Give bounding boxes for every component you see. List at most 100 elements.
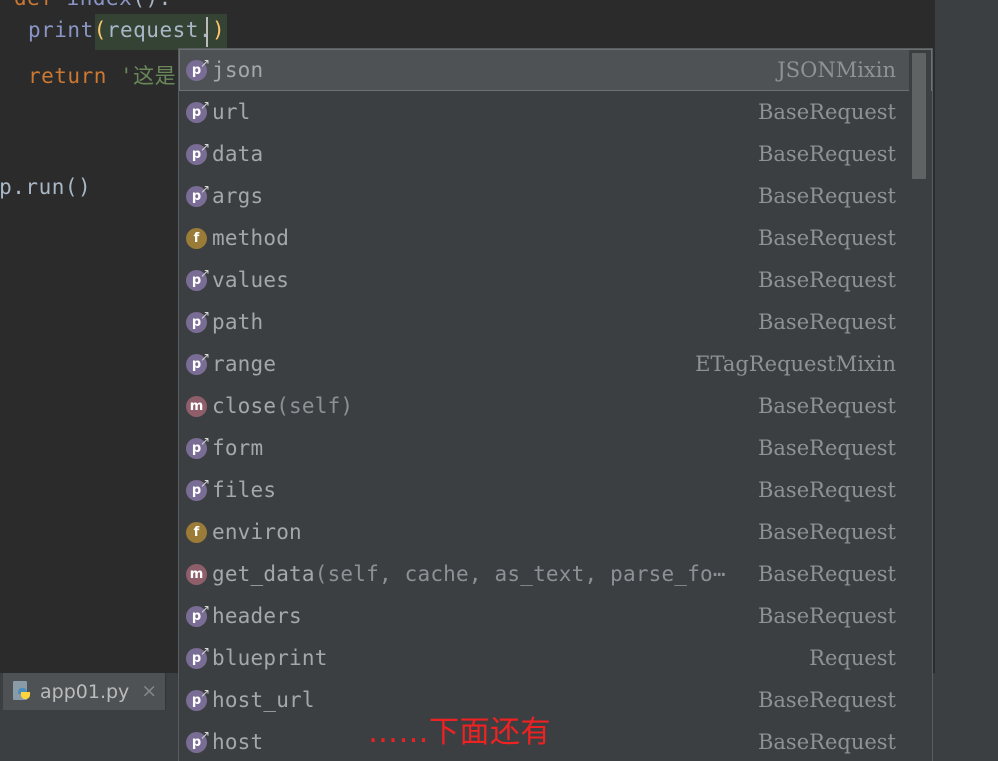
autocomplete-item[interactable]: p ↗ json JSONMixin: [179, 49, 932, 91]
autocomplete-list[interactable]: p ↗ json JSONMixin p ↗ url BaseRequest p ↗ data Bas…: [179, 49, 932, 761]
autocomplete-item-name: headers: [212, 604, 302, 628]
autocomplete-item-class: BaseRequest: [757, 394, 896, 418]
autocomplete-item-name: method: [212, 226, 290, 250]
arrow-icon: ↗: [199, 55, 210, 70]
autocomplete-popup[interactable]: p ↗ json JSONMixin p ↗ url BaseRequest p ↗ data Bas…: [178, 48, 933, 761]
arrow-icon: ↗: [199, 727, 210, 742]
autocomplete-item[interactable]: f environ BaseRequest: [179, 511, 932, 553]
tab-label: app01.py: [40, 680, 130, 703]
autocomplete-item-name: blueprint: [212, 646, 328, 670]
autocomplete-item[interactable]: p ↗ form BaseRequest: [179, 427, 932, 469]
property-icon: p ↗: [186, 727, 210, 753]
autocomplete-scrollbar-thumb[interactable]: [912, 53, 926, 179]
arrow-icon: ↗: [199, 97, 210, 112]
autocomplete-item-name: range: [212, 352, 277, 376]
autocomplete-item-class: BaseRequest: [757, 730, 896, 754]
code-line-app-run[interactable]: pp.run(): [0, 175, 91, 199]
autocomplete-item[interactable]: p ↗ blueprint Request: [179, 637, 932, 679]
autocomplete-item-class: BaseRequest: [757, 562, 896, 586]
autocomplete-item[interactable]: p ↗ values BaseRequest: [179, 259, 932, 301]
autocomplete-item-name: host: [212, 730, 264, 754]
autocomplete-item-name: get_data: [212, 562, 315, 586]
autocomplete-item[interactable]: m get_data (self, cache, as_text, parse_fo…: [179, 553, 932, 595]
property-icon: p ↗: [186, 601, 210, 627]
app-run-text: pp.run(): [0, 175, 92, 199]
autocomplete-item[interactable]: p ↗ path BaseRequest: [179, 301, 932, 343]
autocomplete-item-name: values: [212, 268, 290, 292]
autocomplete-item[interactable]: p ↗ headers BaseRequest: [179, 595, 932, 637]
autocomplete-item-class: BaseRequest: [757, 142, 896, 166]
return-string: '这是: [106, 64, 177, 88]
field-icon: f: [186, 521, 207, 543]
autocomplete-item-name: close: [212, 394, 277, 418]
property-icon: p ↗: [186, 685, 210, 711]
autocomplete-item-name: environ: [212, 520, 302, 544]
arrow-icon: ↗: [199, 643, 210, 658]
text-caret: [206, 17, 208, 47]
code-line-print[interactable]: print(request.): [28, 18, 225, 42]
field-icon: f: [186, 227, 207, 249]
autocomplete-item-name: form: [212, 436, 264, 460]
autocomplete-item-name: path: [212, 310, 264, 334]
lparen-token: (: [93, 18, 107, 42]
autocomplete-item-name: url: [212, 100, 251, 124]
arrow-icon: ↗: [199, 139, 210, 154]
print-token: print: [28, 18, 94, 42]
property-icon: p ↗: [186, 349, 210, 375]
autocomplete-item[interactable]: m close (self) BaseRequest: [179, 385, 932, 427]
close-icon[interactable]: ×: [141, 682, 157, 701]
arrow-icon: ↗: [199, 349, 210, 364]
arrow-icon: ↗: [199, 433, 210, 448]
arrow-icon: ↗: [199, 307, 210, 322]
autocomplete-item[interactable]: p ↗ args BaseRequest: [179, 175, 932, 217]
python-file-icon: [13, 681, 32, 702]
arrow-icon: ↗: [199, 601, 210, 616]
property-icon: p ↗: [186, 307, 210, 333]
autocomplete-item-class: JSONMixin: [777, 58, 896, 82]
autocomplete-item-name: files: [212, 478, 277, 502]
property-icon: p ↗: [186, 55, 210, 81]
arrow-icon: ↗: [199, 685, 210, 700]
autocomplete-item[interactable]: f method BaseRequest: [179, 217, 932, 259]
code-line-def: def index():: [14, 0, 172, 10]
arrow-icon: ↗: [199, 475, 210, 490]
property-icon: p ↗: [186, 433, 210, 459]
autocomplete-item-class: BaseRequest: [757, 436, 896, 460]
red-annotation-text: ……下面还有: [368, 715, 551, 750]
autocomplete-item-class: BaseRequest: [757, 520, 896, 544]
autocomplete-item[interactable]: p ↗ data BaseRequest: [179, 133, 932, 175]
autocomplete-item-class: BaseRequest: [757, 604, 896, 628]
autocomplete-item-class: Request: [809, 646, 896, 670]
autocomplete-item[interactable]: p ↗ files BaseRequest: [179, 469, 932, 511]
autocomplete-item[interactable]: p ↗ host_url BaseRequest: [179, 679, 932, 721]
autocomplete-item-class: ETagRequestMixin: [695, 352, 896, 376]
autocomplete-item-class: BaseRequest: [757, 226, 896, 250]
arrow-icon: ↗: [199, 265, 210, 280]
autocomplete-item[interactable]: p ↗ range ETagRequestMixin: [179, 343, 932, 385]
autocomplete-item-name: host_url: [212, 688, 315, 712]
tab-app01-py[interactable]: app01.py ×: [3, 673, 167, 710]
autocomplete-scrollbar[interactable]: [909, 50, 931, 761]
code-line-return[interactable]: return '这是: [28, 60, 176, 90]
autocomplete-item-name: data: [212, 142, 264, 166]
property-icon: p ↗: [186, 265, 210, 291]
property-icon: p ↗: [186, 139, 210, 165]
autocomplete-item-class: BaseRequest: [757, 688, 896, 712]
autocomplete-item-class: BaseRequest: [757, 100, 896, 124]
autocomplete-item-name: json: [212, 58, 264, 82]
property-icon: p ↗: [186, 475, 210, 501]
autocomplete-item-class: BaseRequest: [757, 478, 896, 502]
property-icon: p ↗: [186, 643, 210, 669]
autocomplete-item-class: BaseRequest: [757, 268, 896, 292]
autocomplete-item-signature: (self, cache, as_text, parse_fo⋯: [314, 562, 726, 586]
autocomplete-item-signature: (self): [276, 394, 354, 418]
autocomplete-item[interactable]: p ↗ url BaseRequest: [179, 91, 932, 133]
property-icon: p ↗: [186, 97, 210, 123]
method-icon: m: [186, 563, 207, 585]
autocomplete-item-class: BaseRequest: [757, 184, 896, 208]
property-icon: p ↗: [186, 181, 210, 207]
autocomplete-item[interactable]: p ↗ host BaseRequest: [179, 721, 932, 761]
autocomplete-item-name: args: [212, 184, 264, 208]
right-side-bar: [935, 0, 998, 761]
arrow-icon: ↗: [199, 181, 210, 196]
